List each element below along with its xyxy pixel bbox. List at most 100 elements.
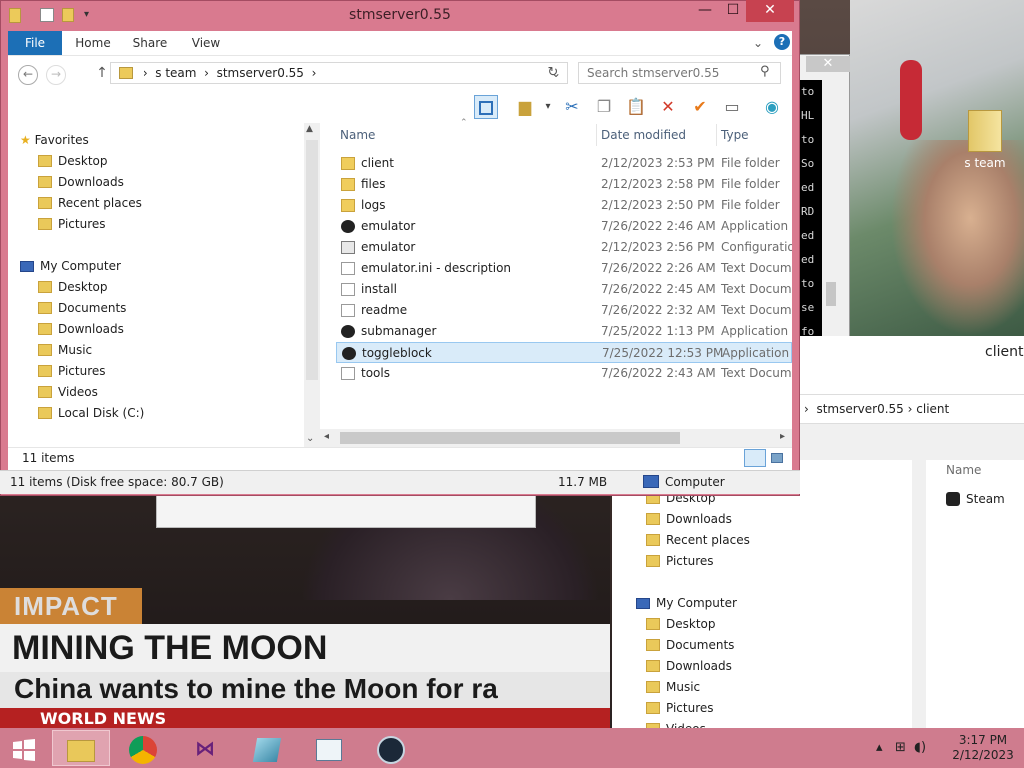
- cut-icon[interactable]: ✂: [560, 95, 584, 119]
- tab-share[interactable]: Share: [126, 31, 174, 55]
- bg-breadcrumb[interactable]: client: [916, 402, 949, 416]
- properties-icon[interactable]: [40, 8, 54, 22]
- bg-nav-item[interactable]: Desktop: [646, 614, 716, 635]
- bg-nav-item[interactable]: Documents: [646, 635, 734, 656]
- taskbar-file-explorer[interactable]: [52, 730, 110, 766]
- file-row[interactable]: emulator 7/26/2022 2:46 AM Application: [336, 216, 792, 237]
- breadcrumb[interactable]: s team: [155, 66, 196, 80]
- large-icons-view-icon[interactable]: [768, 449, 786, 467]
- scroll-right-icon[interactable]: ▸: [780, 431, 785, 442]
- rename-icon[interactable]: ▭: [720, 95, 744, 119]
- nav-item[interactable]: ★ Favorites: [20, 130, 89, 151]
- close-button[interactable]: ✕: [746, 0, 794, 22]
- folder-options-icon[interactable]: ▆: [513, 95, 537, 119]
- breadcrumb[interactable]: stmserver0.55: [217, 66, 304, 80]
- show-hidden-icons[interactable]: ▴: [876, 740, 883, 755]
- copy-icon[interactable]: ❐: [592, 95, 616, 119]
- new-folder-icon[interactable]: [62, 8, 74, 22]
- nav-item[interactable]: Downloads: [38, 172, 124, 193]
- network-icon[interactable]: ⊞: [895, 740, 906, 755]
- delete-icon[interactable]: ✕: [656, 95, 680, 119]
- help-icon[interactable]: ?: [774, 34, 790, 50]
- bg-nav-item[interactable]: Downloads: [646, 656, 732, 677]
- nav-scrollbar-thumb[interactable]: [306, 140, 318, 380]
- address-bar[interactable]: › s team › stmserver0.55 › ⌄: [110, 62, 568, 84]
- taskbar-chrome[interactable]: [114, 730, 172, 766]
- chevron-right-icon[interactable]: ›: [143, 66, 148, 80]
- start-button[interactable]: [4, 730, 44, 766]
- back-button[interactable]: ←: [18, 65, 38, 85]
- tab-file[interactable]: File: [8, 31, 62, 55]
- refresh-icon[interactable]: ↻: [543, 63, 563, 83]
- minimize-button[interactable]: —: [692, 0, 718, 22]
- tab-home[interactable]: Home: [70, 31, 116, 55]
- chevron-down-icon[interactable]: ▾: [84, 8, 98, 22]
- clock[interactable]: 3:17 PM 2/12/2023: [950, 733, 1016, 763]
- bg-nav-item[interactable]: My Computer: [636, 593, 737, 614]
- file-row[interactable]: readme 7/26/2022 2:32 AM Text Docume: [336, 300, 792, 321]
- bg-nav-scrollbar[interactable]: [912, 460, 926, 730]
- chevron-right-icon[interactable]: ›: [200, 66, 212, 80]
- bg-nav-item[interactable]: Recent places: [646, 530, 750, 551]
- nav-item[interactable]: Local Disk (C:): [38, 403, 144, 424]
- scroll-down-icon[interactable]: ⌄: [306, 433, 314, 444]
- volume-icon[interactable]: ◖): [914, 740, 926, 755]
- chevron-down-icon[interactable]: ▾: [536, 95, 560, 119]
- nav-item[interactable]: Music: [38, 340, 92, 361]
- file-row[interactable]: emulator 2/12/2023 2:56 PM Configuration: [336, 237, 792, 258]
- search-icon[interactable]: ⚲: [760, 64, 770, 79]
- file-row[interactable]: files 2/12/2023 2:58 PM File folder: [336, 174, 792, 195]
- bg-nav-item[interactable]: Downloads: [646, 509, 732, 530]
- file-row[interactable]: submanager 7/25/2022 1:13 PM Application: [336, 321, 792, 342]
- nav-item[interactable]: Desktop: [38, 277, 108, 298]
- nav-item[interactable]: Downloads: [38, 319, 124, 340]
- up-button[interactable]: ↑: [92, 65, 112, 85]
- file-row[interactable]: install 7/26/2022 2:45 AM Text Docume: [336, 279, 792, 300]
- taskbar-app-4[interactable]: [238, 730, 296, 766]
- nav-item[interactable]: Pictures: [38, 361, 106, 382]
- file-row[interactable]: client 2/12/2023 2:53 PM File folder: [336, 153, 792, 174]
- nav-item[interactable]: Recent places: [38, 193, 142, 214]
- desktop-folder-s-team[interactable]: s team: [950, 110, 1020, 180]
- expand-ribbon-icon[interactable]: ⌄: [750, 31, 766, 55]
- column-name[interactable]: Name: [340, 128, 375, 142]
- column-type[interactable]: Type: [721, 128, 749, 142]
- chevron-right-icon[interactable]: ›: [308, 66, 317, 80]
- taskbar-task-manager[interactable]: [300, 730, 358, 766]
- scroll-up-icon[interactable]: ▲: [306, 124, 313, 134]
- file-row[interactable]: logs 2/12/2023 2:50 PM File folder: [336, 195, 792, 216]
- file-row[interactable]: emulator.ini - description 7/26/2022 2:26…: [336, 258, 792, 279]
- checkmark-icon[interactable]: ✔: [688, 95, 712, 119]
- bg-nav-item[interactable]: Pictures: [646, 698, 714, 719]
- bg-nav-item[interactable]: Music: [646, 677, 700, 698]
- bg-column-name[interactable]: Name: [946, 463, 981, 477]
- nav-item[interactable]: Videos: [38, 382, 98, 403]
- nav-item[interactable]: My Computer: [20, 256, 121, 277]
- console-close-button[interactable]: ✕: [806, 56, 850, 72]
- column-date-modified[interactable]: Date modified: [601, 128, 686, 142]
- preview-pane-icon[interactable]: [474, 95, 498, 119]
- paste-icon[interactable]: 📋: [624, 95, 648, 119]
- horizontal-scrollbar-thumb[interactable]: [340, 432, 680, 444]
- details-view-icon[interactable]: [744, 449, 766, 467]
- bg-breadcrumb[interactable]: stmserver0.55: [816, 402, 903, 416]
- bg-address-bar[interactable]: › stmserver0.55 › client: [796, 394, 1024, 424]
- bg-nav-item[interactable]: Pictures: [646, 551, 714, 572]
- bg-file-steam[interactable]: Steam: [946, 492, 1005, 506]
- file-row[interactable]: tools 7/26/2022 2:43 AM Text Docume: [336, 363, 792, 384]
- tab-view[interactable]: View: [184, 31, 228, 55]
- forward-button[interactable]: →: [46, 65, 66, 85]
- globe-icon[interactable]: ◉: [760, 95, 784, 119]
- console-scrollbar-thumb[interactable]: [826, 282, 836, 306]
- file-row[interactable]: toggleblock 7/25/2022 12:53 PM Application: [336, 342, 792, 363]
- maximize-button[interactable]: ☐: [720, 0, 746, 22]
- scroll-left-icon[interactable]: ◂: [324, 431, 329, 442]
- nav-item[interactable]: Documents: [38, 298, 126, 319]
- column-divider[interactable]: [596, 124, 597, 146]
- search-input[interactable]: Search stmserver0.55: [578, 62, 781, 84]
- nav-item[interactable]: Pictures: [38, 214, 106, 235]
- taskbar-visual-studio[interactable]: ⋈: [176, 730, 234, 766]
- nav-item[interactable]: Desktop: [38, 151, 108, 172]
- taskbar-steam[interactable]: [362, 730, 420, 766]
- column-divider[interactable]: [716, 124, 717, 146]
